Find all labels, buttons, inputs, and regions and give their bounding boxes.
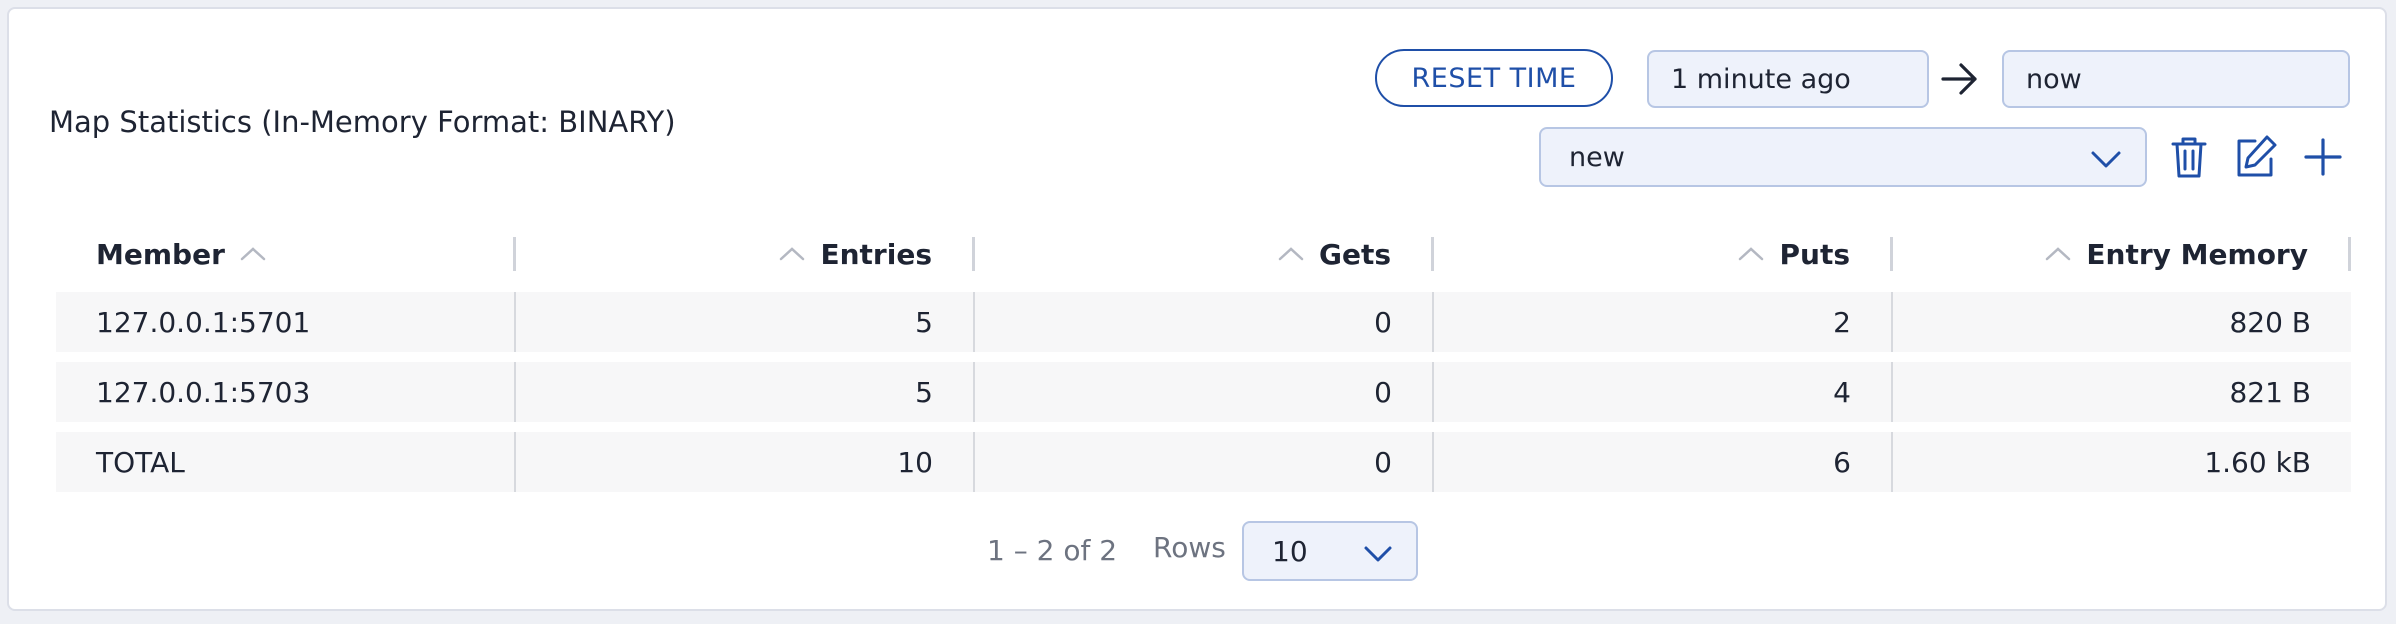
entry-memory-cell: 1.60 kB — [2204, 445, 2311, 479]
time-to-field[interactable]: now — [2002, 50, 2350, 108]
sort-arrow-icon — [780, 247, 805, 261]
reset-time-button[interactable]: RESET TIME — [1375, 49, 1613, 107]
column-header-label: Entry Memory — [2086, 237, 2308, 271]
column-header-member[interactable]: Member — [56, 237, 516, 271]
puts-cell: 4 — [1434, 362, 1893, 422]
entry-memory-cell: 820 B — [2229, 305, 2311, 339]
sort-arrow-icon — [1278, 247, 1304, 261]
sort-arrow-icon — [1739, 247, 1764, 261]
filter-select-value: new — [1569, 141, 1625, 173]
trash-icon[interactable] — [2165, 133, 2213, 181]
puts-cell: 6 — [1434, 432, 1893, 492]
column-header-puts[interactable]: Puts — [1434, 237, 1893, 271]
plus-icon[interactable] — [2299, 133, 2347, 181]
table-row-total: TOTAL 10 0 6 1.60 kB — [56, 432, 2351, 492]
entries-cell: 5 — [516, 362, 975, 422]
sort-arrow-icon — [240, 247, 266, 261]
gets-cell: 0 — [975, 432, 1434, 492]
arrow-right-icon — [1941, 63, 1977, 95]
time-from-field[interactable]: 1 minute ago — [1647, 50, 1929, 108]
column-header-label: Entries — [820, 237, 932, 271]
map-stats-table: Member Entries Gets Puts Entry Memory 12… — [56, 224, 2351, 492]
column-header-label: Gets — [1318, 237, 1391, 271]
member-cell: 127.0.0.1:5703 — [56, 362, 516, 422]
gets-cell: 0 — [975, 362, 1434, 422]
column-header-label: Puts — [1779, 237, 1850, 271]
rows-per-page-label: Rows — [1153, 531, 1226, 564]
pagination-range: 1 – 2 of 2 — [987, 534, 1118, 567]
table-row: 127.0.0.1:5701 5 0 2 820 B — [56, 292, 2351, 352]
sort-arrow-icon — [2046, 247, 2071, 261]
panel-title: Map Statistics (In-Memory Format: BINARY… — [49, 105, 676, 139]
chevron-down-icon — [1364, 546, 1392, 562]
filter-select[interactable]: new — [1539, 127, 2147, 187]
member-cell: TOTAL — [56, 432, 516, 492]
column-header-gets[interactable]: Gets — [975, 237, 1434, 271]
column-header-entries[interactable]: Entries — [516, 237, 975, 271]
table-row: 127.0.0.1:5703 5 0 4 821 B — [56, 362, 2351, 422]
rows-per-page-value: 10 — [1272, 534, 1308, 568]
table-header-row: Member Entries Gets Puts Entry Memory — [56, 224, 2351, 284]
rows-per-page-select[interactable]: 10 — [1242, 521, 1418, 581]
member-cell: 127.0.0.1:5701 — [56, 292, 516, 352]
entries-cell: 5 — [516, 292, 975, 352]
entries-cell: 10 — [516, 432, 975, 492]
edit-icon[interactable] — [2231, 133, 2279, 181]
gets-cell: 0 — [975, 292, 1434, 352]
entry-memory-cell: 821 B — [2229, 375, 2311, 409]
column-header-entry-memory[interactable]: Entry Memory — [1893, 237, 2351, 271]
puts-cell: 2 — [1434, 292, 1893, 352]
column-header-label: Member — [96, 237, 225, 271]
map-statistics-panel: Map Statistics (In-Memory Format: BINARY… — [7, 7, 2387, 611]
chevron-down-icon — [2091, 151, 2121, 168]
